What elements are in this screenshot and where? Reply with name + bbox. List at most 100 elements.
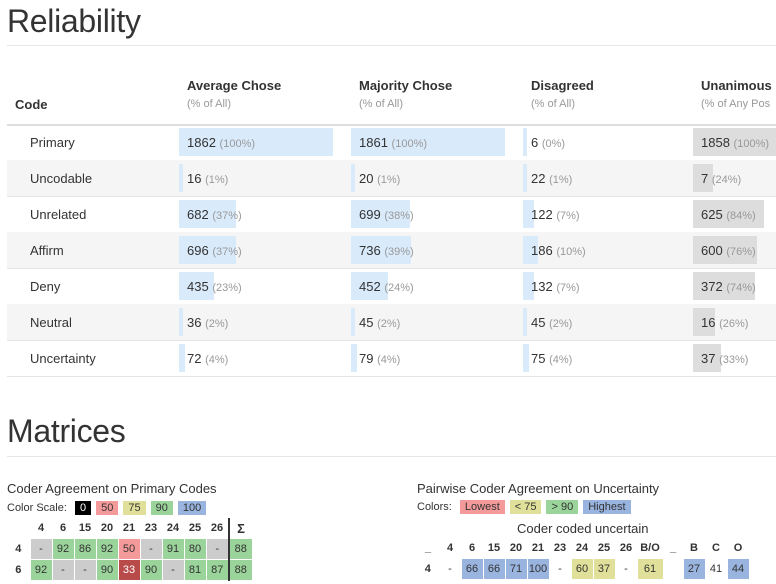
matrix-column-header: 6 [59,522,67,534]
cell-value-wrap: 16 (26%) [701,315,748,330]
cell-value-wrap: 16 (1%) [187,171,228,186]
majority-chose-cell: 736 (39%) [351,236,505,264]
cell-percent: (2%) [549,318,573,330]
matrix-column-header: 23 [144,522,158,534]
matrices-title: Matrices [7,413,126,449]
cell-value-wrap: 45 (2%) [531,315,572,330]
matrix-cell: - [205,538,230,560]
table-row: Deny 435 (23%) 452 (24%) 132 (7%) 372 (74%) [7,268,776,305]
title-divider [7,456,776,457]
matrix-cell: 92 [29,559,53,581]
cell-value-wrap: 1861 (100%) [359,135,427,150]
average-chose-cell: 1862 (100%) [179,128,333,156]
matrix-cell: 90 [139,559,163,581]
cell-percent: (100%) [219,138,256,150]
matrix-separator: _ [669,542,677,554]
matrix-column-header: B [690,542,698,554]
cell-percent: (1%) [205,174,229,186]
cell-percent: (24%) [711,174,742,186]
cell-percent: (33%) [719,354,749,366]
cell-value: 45 [359,315,374,330]
cell-percent: (100%) [733,138,770,150]
column-title: Majority Chose [359,78,453,93]
matrix-cell: - [438,558,462,580]
cell-percent: (38%) [384,210,414,222]
column-title: Average Chose [187,78,282,93]
cell-value: 6 [531,135,539,150]
cell-value-wrap: 7 (24%) [701,171,741,186]
matrix-column-header: 15 [487,542,501,554]
column-title: Unanimous [701,78,772,93]
matrix-column-header: 23 [553,542,567,554]
matrix-column-header: 25 [188,522,202,534]
disagreed-header: Disagreed (% of All) [531,78,594,110]
value-bar [523,308,527,336]
column-subtitle: (% of All) [531,98,576,110]
cell-percent: (39%) [384,246,414,258]
scale-chip: 100 [177,501,207,515]
matrix-column-header: 15 [78,522,92,534]
cell-value-wrap: 1858 (100%) [701,135,769,150]
unanimous-cell: 625 (84%) [693,200,776,228]
table-row: Affirm 696 (37%) 736 (39%) 186 (10%) 600 (76… [7,232,776,269]
cell-value-wrap: 45 (2%) [359,315,400,330]
matrix-corner [7,518,30,539]
uncertainty-agreement-matrix: _ 4 6 15 20 21 23 24 25 26 B/O _ B C O 4-66 66 71 100-60 37… [417,538,750,580]
code-name: Uncodable [30,171,93,186]
matrix-cell: - [29,538,53,560]
value-bar [179,344,185,372]
disagreed-cell: 45 (2%) [523,308,677,336]
matrix-row: 6 92- -90 33 90-81 87 88 [7,559,253,581]
matrix-cell: 80 [183,538,207,560]
majority-chose-cell: 1861 (100%) [351,128,505,156]
disagreed-cell: 6 (0%) [523,128,677,156]
matrix-row: 4-66 66 71 100-60 37-61 27 41 44 [417,558,750,580]
matrix-cell: - [73,559,97,581]
matrix-cell: 88 [228,559,253,581]
scale-chip: 50 [96,501,119,515]
matrix-header-row: _ 4 6 15 20 21 23 24 25 26 B/O _ B C O [417,538,749,559]
table-row: Unrelated 682 (37%) 699 (38%) 122 (7%) 625 (… [7,196,776,233]
code-name: Deny [30,279,61,294]
column-subtitle: (% of All) [187,98,232,110]
matrix-column-header: 20 [509,542,523,554]
matrix-cell: - [161,559,185,581]
code-name: Primary [30,135,75,150]
colors-legend: Colors: Lowest < 75 > 90 Highest [417,500,631,514]
cell-value: 72 [187,351,202,366]
code-name: Uncertainty [30,351,96,366]
cell-value-wrap: 36 (2%) [187,315,228,330]
matrix-cell: 71 [504,558,528,580]
column-subtitle: (% of All) [359,98,404,110]
code-name: Neutral [30,315,72,330]
cell-percent: (23%) [212,282,242,294]
matrix-cell: 87 [205,559,230,581]
matrix-row-header: 4 [15,543,22,555]
cell-value: 16 [187,171,202,186]
matrix-cell: 50 [117,538,141,560]
cell-value: 625 [701,207,723,222]
cell-value-wrap: 122 (7%) [531,207,580,222]
value-bar [179,308,183,336]
matrix-cell: 91 [161,538,185,560]
cell-percent: (4%) [205,354,229,366]
cell-value: 1858 [701,135,730,150]
legend-chip: Lowest [459,500,505,514]
cell-percent: (74%) [726,282,756,294]
cell-value: 122 [531,207,553,222]
cell-value-wrap: 72 (4%) [187,351,228,366]
table-row: Uncertainty 72 (4%) 79 (4%) 75 (4%) 37 (33%) [7,340,776,377]
matrix-cell: 27 [682,558,706,580]
title-divider [7,45,776,46]
majority-chose-cell: 45 (2%) [351,308,505,336]
code-name: Unrelated [30,207,87,222]
matrix-row-header: 6 [15,564,22,576]
cell-value-wrap: 79 (4%) [359,351,400,366]
cell-percent: (37%) [212,210,242,222]
reliability-title: Reliability [7,3,141,39]
unanimous-cell: 16 (26%) [693,308,776,336]
table-row: Neutral 36 (2%) 45 (2%) 45 (2%) 16 (26%) [7,304,776,341]
matrix-cell: 92 [51,538,75,560]
disagreed-cell: 22 (1%) [523,164,677,192]
cell-value: 22 [531,171,546,186]
